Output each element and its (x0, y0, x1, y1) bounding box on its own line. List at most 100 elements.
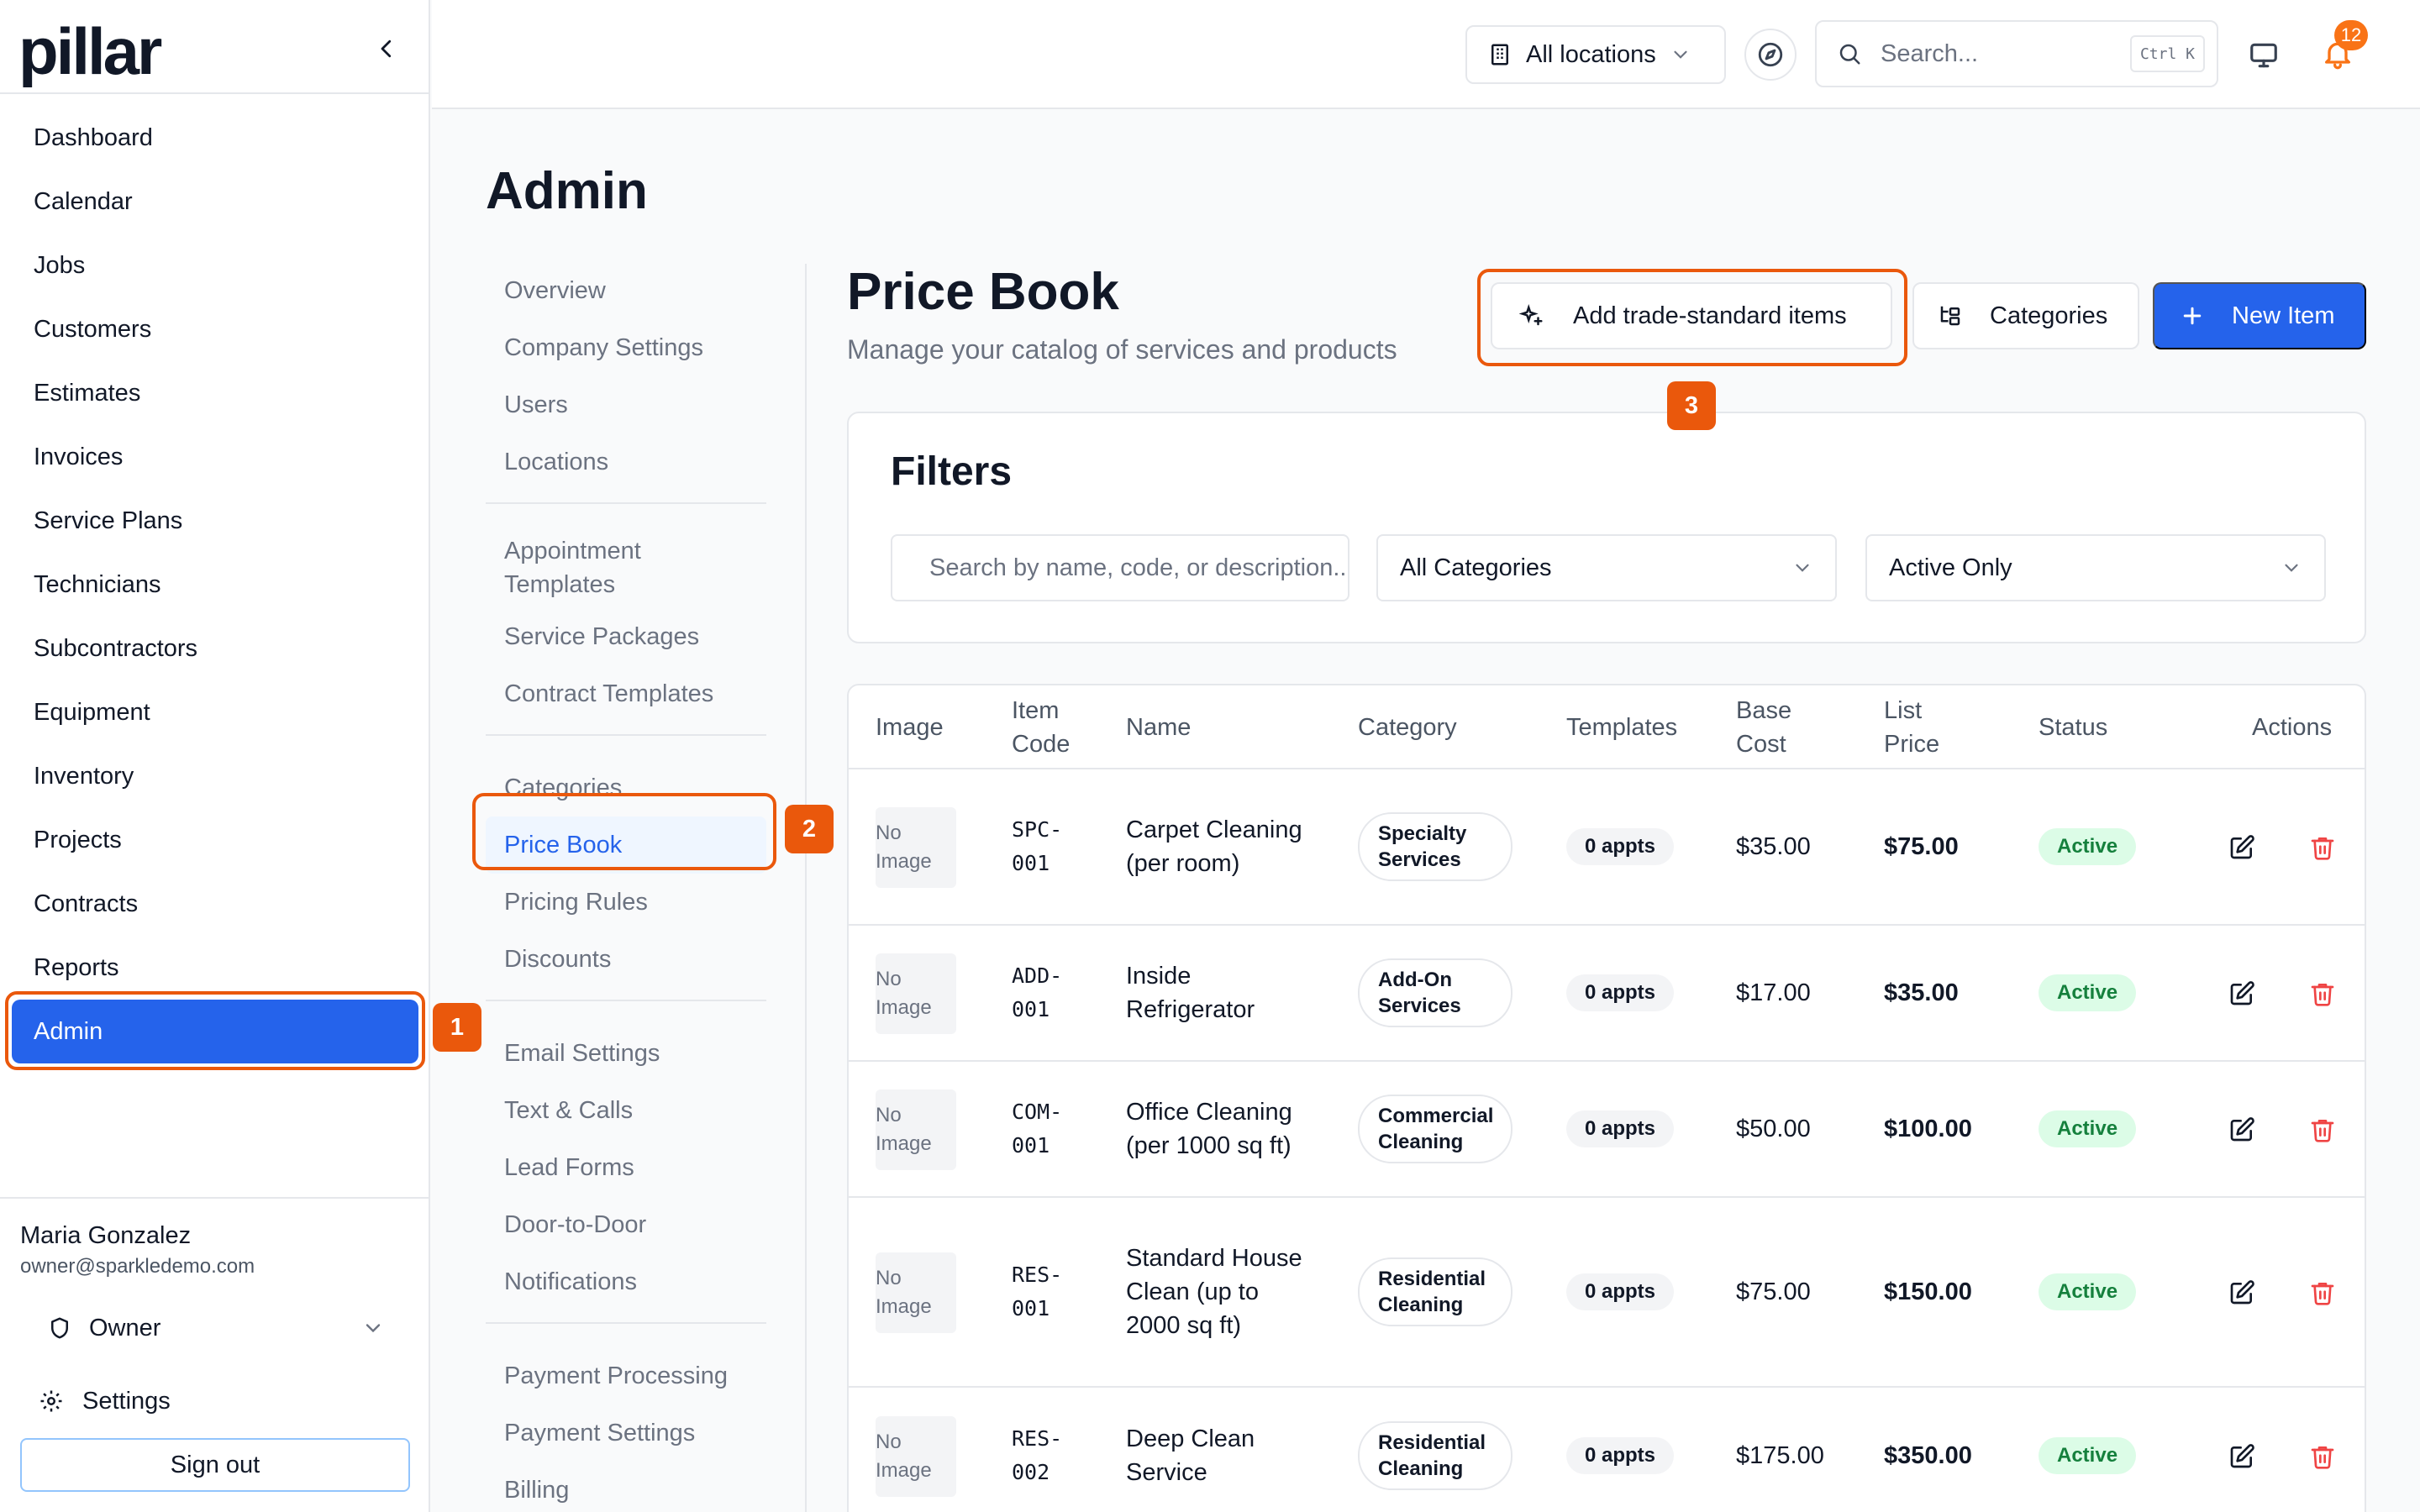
app-logo[interactable]: pillar (18, 18, 162, 84)
trash-icon (2311, 1446, 2334, 1469)
item-name: Carpet Cleaning (per room) (1126, 816, 1302, 877)
list-price: $350.00 (1884, 1441, 1972, 1469)
sidebar-item-projects[interactable]: Projects (0, 808, 430, 872)
status-cell: Active (2039, 926, 2137, 1060)
category-filter-select[interactable]: All Categories (1376, 534, 1837, 601)
templates-badge: 0 appts (1566, 974, 1675, 1011)
edit-button[interactable] (2222, 974, 2262, 1014)
admin-subnav-discounts[interactable]: Discounts (486, 931, 766, 988)
collapse-sidebar-button[interactable] (366, 29, 407, 69)
divider (486, 1000, 766, 1001)
no-image-text: No Image (876, 1104, 932, 1155)
sidebar-item-equipment[interactable]: Equipment (0, 680, 430, 744)
divider (0, 1197, 430, 1199)
gear-icon (40, 1390, 62, 1412)
sidebar-item-jobs[interactable]: Jobs (0, 234, 430, 297)
admin-subnav-lead-forms[interactable]: Lead Forms (486, 1139, 766, 1196)
table-row[interactable]: No Image RES-001 Standard House Clean (up … (849, 1198, 2365, 1388)
sidebar-item-customers[interactable]: Customers (0, 297, 430, 361)
sidebar: pillar Dashboard Calendar Jobs Customers Est… (0, 0, 430, 1512)
admin-subnav-email-settings[interactable]: Email Settings (486, 1025, 766, 1082)
admin-subnav-service-packages[interactable]: Service Packages (486, 608, 766, 665)
shield-icon (51, 1317, 68, 1339)
sidebar-item-technicians[interactable]: Technicians (0, 553, 430, 617)
display-button[interactable] (2242, 34, 2286, 77)
delete-button[interactable] (2302, 1110, 2343, 1150)
edit-button[interactable] (2222, 1436, 2262, 1477)
edit-button[interactable] (2222, 1273, 2262, 1313)
admin-subnav-text-calls[interactable]: Text & Calls (486, 1082, 766, 1139)
divider (486, 502, 766, 504)
admin-subnav-payment-processing[interactable]: Payment Processing (486, 1347, 766, 1404)
table-row[interactable]: No Image COM-001 Office Cleaning (per 1000… (849, 1062, 2365, 1198)
templates-badge: 0 appts (1566, 828, 1675, 865)
categories-button[interactable]: Categories (1912, 282, 2139, 349)
table-row[interactable]: No Image RES-002 Deep Clean Service Residen… (849, 1388, 2365, 1512)
item-code: COM-001 (1012, 1100, 1063, 1158)
delete-button[interactable] (2302, 974, 2343, 1014)
admin-subnav-payment-settings[interactable]: Payment Settings (486, 1404, 766, 1462)
category-badge: Add-On Services (1358, 958, 1512, 1027)
sidebar-item-service-plans[interactable]: Service Plans (0, 489, 430, 553)
no-image-placeholder: No Image (876, 807, 956, 888)
admin-subnav-company-settings[interactable]: Company Settings (486, 319, 766, 376)
no-image-placeholder: No Image (876, 1089, 956, 1170)
no-image-placeholder: No Image (876, 1416, 956, 1497)
delete-button[interactable] (2302, 827, 2343, 868)
trash-icon (2311, 984, 2334, 1006)
admin-subnav-notifications[interactable]: Notifications (486, 1253, 766, 1310)
no-image-placeholder: No Image (876, 1252, 956, 1333)
sidebar-item-reports[interactable]: Reports (0, 936, 430, 1000)
global-search[interactable]: Search... Ctrl K (1815, 20, 2218, 87)
folder-tree-icon (1940, 306, 1960, 326)
settings-label: Settings (82, 1387, 171, 1415)
sidebar-item-invoices[interactable]: Invoices (0, 425, 430, 489)
category-badge: Commercial Cleaning (1358, 1095, 1512, 1163)
search-icon (1839, 44, 1860, 65)
item-code: ADD-001 (1012, 963, 1063, 1021)
edit-button[interactable] (2222, 827, 2262, 868)
no-image-text: No Image (876, 968, 932, 1019)
templates-cell: 0 appts (1566, 1062, 1675, 1196)
filter-search-input[interactable]: Search by name, code, or description... (891, 534, 1349, 601)
filter-search-placeholder: Search by name, code, or description... (929, 554, 1349, 581)
sidebar-item-contracts[interactable]: Contracts (0, 872, 430, 936)
admin-subnav-users[interactable]: Users (486, 376, 766, 433)
trash-icon (2311, 1283, 2334, 1305)
location-select[interactable]: All locations (1465, 25, 1726, 84)
column-header-list-price: List Price (1884, 697, 1940, 758)
admin-subnav-contract-templates[interactable]: Contract Templates (486, 665, 766, 722)
admin-subnav-billing[interactable]: Billing (486, 1462, 766, 1512)
delete-button[interactable] (2302, 1436, 2343, 1477)
status-cell: Active (2039, 769, 2137, 924)
base-cost: $50.00 (1736, 1115, 1811, 1142)
sidebar-item-inventory[interactable]: Inventory (0, 744, 430, 808)
settings-link[interactable]: Settings (20, 1378, 171, 1425)
sign-out-button[interactable]: Sign out (20, 1438, 410, 1492)
table-row[interactable]: No Image ADD-001 Inside Refrigerator Add-On… (849, 926, 2365, 1062)
new-item-button[interactable]: New Item (2153, 282, 2366, 349)
section-subtitle: Manage your catalog of services and prod… (847, 334, 1397, 365)
base-cost: $175.00 (1736, 1441, 1824, 1469)
sidebar-item-estimates[interactable]: Estimates (0, 361, 430, 425)
category-cell: Specialty Services (1358, 769, 1512, 924)
admin-subnav-locations[interactable]: Locations (486, 433, 766, 491)
templates-cell: 0 appts (1566, 1388, 1675, 1512)
admin-subnav-overview[interactable]: Overview (486, 262, 766, 319)
compass-button[interactable] (1744, 29, 1797, 81)
role-selector[interactable]: Owner (20, 1304, 397, 1352)
status-cell: Active (2039, 1198, 2137, 1386)
sidebar-item-subcontractors[interactable]: Subcontractors (0, 617, 430, 680)
admin-subnav-appointment-templates[interactable]: Appointment Templates (486, 528, 679, 608)
admin-subnav-pricing-rules[interactable]: Pricing Rules (486, 874, 766, 931)
divider (0, 92, 430, 94)
filters-title: Filters (891, 449, 1013, 494)
edit-icon (2230, 1444, 2254, 1468)
delete-button[interactable] (2302, 1273, 2343, 1313)
status-filter-select[interactable]: Active Only (1865, 534, 2326, 601)
sidebar-item-calendar[interactable]: Calendar (0, 170, 430, 234)
table-row[interactable]: No Image SPC-001 Carpet Cleaning (per room… (849, 769, 2365, 926)
admin-subnav-door-to-door[interactable]: Door-to-Door (486, 1196, 766, 1253)
sidebar-item-dashboard[interactable]: Dashboard (0, 106, 430, 170)
edit-button[interactable] (2222, 1110, 2262, 1150)
